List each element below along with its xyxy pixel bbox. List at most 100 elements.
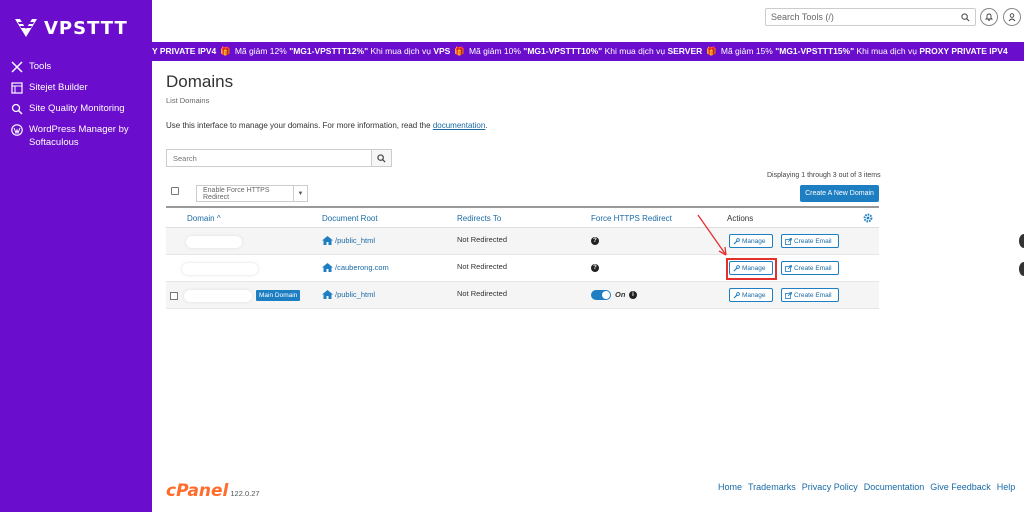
pagination-summary: Displaying 1 through 3 out of 3 items (767, 172, 881, 179)
promo-text: Mã giảm 10% (468, 46, 521, 56)
domain-search (166, 149, 392, 167)
row-checkbox[interactable] (170, 292, 178, 300)
force-https-state: On (615, 290, 626, 299)
document-root-link[interactable]: /public_html (322, 290, 375, 299)
sidebar-item-label: Sitejet Builder (29, 82, 88, 93)
redirect-status: Not Redirected (457, 262, 508, 271)
footer-links: Home Trademarks Privacy Policy Documenta… (718, 482, 1015, 492)
sidebar-item-label: Site Quality Monitoring (29, 103, 125, 114)
help-icon[interactable]: ? (591, 237, 599, 245)
search-tools-placeholder: Search Tools (/) (771, 12, 834, 22)
domains-table: Domain ^ Document Root Redirects To Forc… (166, 206, 879, 309)
page-title: Domains (166, 72, 234, 91)
document-root-path: /public_html (335, 290, 376, 299)
intro-text: Use this interface to manage your domain… (166, 121, 488, 130)
top-bar: Search Tools (/) (152, 0, 1024, 38)
info-icon[interactable]: i (629, 291, 637, 299)
bulk-action-label: Enable Force HTTPS Redirect (203, 186, 270, 201)
promo-code: "MG1-VPSTTT12%" (289, 46, 369, 56)
bulk-action-select[interactable]: Enable Force HTTPS Redirect ▼ (196, 185, 308, 202)
sort-ascending-icon: ^ (216, 214, 221, 223)
sidebar-item-site-quality[interactable]: Site Quality Monitoring (10, 102, 148, 115)
external-link-icon (785, 264, 792, 272)
footer-link-home[interactable]: Home (718, 482, 742, 492)
domain-search-input[interactable] (167, 150, 371, 166)
create-email-label: Create Email (794, 264, 832, 272)
sidebar-item-wordpress[interactable]: WordPress Manager by Softaculous (10, 123, 148, 149)
help-icon[interactable]: ? (591, 264, 599, 272)
tools-icon (10, 60, 23, 73)
documentation-link[interactable]: documentation (433, 121, 485, 130)
gift-icon: 🎁 (706, 46, 717, 56)
chevron-down-icon: ▼ (293, 186, 307, 201)
create-email-label: Create Email (794, 291, 832, 299)
brand-name: VPSTTT (44, 17, 128, 39)
gift-icon: 🎁 (220, 46, 231, 56)
gift-icon: 🎁 (454, 46, 465, 56)
search-icon[interactable] (961, 12, 970, 22)
promo-code: "MG1-VPSTTT10%" (523, 46, 603, 56)
redacted-domain (184, 290, 252, 302)
domain-search-button[interactable] (371, 150, 391, 166)
table-header: Domain ^ Document Root Redirects To Forc… (166, 206, 879, 228)
sidebar: VPSTTT Tools Sitejet Builder Site Qualit… (0, 0, 152, 512)
sidebar-item-tools[interactable]: Tools (10, 60, 148, 73)
col-redirects-header[interactable]: Redirects To (457, 214, 501, 223)
gear-icon[interactable] (863, 213, 873, 223)
cpanel-logo: cPanel (166, 481, 229, 501)
document-root-link[interactable]: /public_html (322, 236, 375, 245)
intro-period: . (485, 121, 488, 130)
search-monitor-icon (10, 102, 23, 115)
redirect-status: Not Redirected (457, 289, 508, 298)
manage-button[interactable]: Manage (729, 288, 773, 302)
footer-link-documentation[interactable]: Documentation (864, 482, 925, 492)
scroll-marker (1019, 262, 1024, 276)
search-icon (377, 153, 386, 163)
create-email-button[interactable]: Create Email (781, 288, 839, 302)
sidebar-item-label: WordPress Manager by Softaculous (29, 124, 129, 148)
promo-text: Y PRIVATE IPV4 (152, 46, 217, 56)
document-root-link[interactable]: /cauberong.com (322, 263, 389, 272)
home-icon (322, 263, 333, 272)
col-domain-label: Domain (187, 214, 215, 223)
footer-link-help[interactable]: Help (997, 482, 1016, 492)
table-row: Main Domain /public_html Not Redirected … (166, 282, 879, 309)
redirect-status: Not Redirected (457, 235, 508, 244)
home-icon (322, 290, 333, 299)
redacted-domain (182, 263, 258, 275)
scroll-marker (1019, 234, 1024, 248)
col-https-header[interactable]: Force HTTPS Redirect (591, 214, 672, 223)
redacted-domain (186, 236, 242, 248)
force-https-toggle[interactable] (591, 290, 611, 300)
cpanel-footer-logo: cPanel 122.0.27 (166, 481, 260, 501)
wrench-icon (733, 291, 740, 298)
promo-ticker: Y PRIVATE IPV4 🎁 Mã giảm 12% "MG1-VPSTTT12… (152, 42, 1024, 61)
notifications-button[interactable] (980, 8, 998, 26)
footer-link-feedback[interactable]: Give Feedback (930, 482, 991, 492)
select-all-checkbox[interactable] (171, 187, 179, 195)
create-domain-button[interactable]: Create A New Domain (800, 185, 879, 202)
main-domain-badge: Main Domain (256, 290, 301, 301)
sidebar-item-label: Tools (29, 61, 52, 72)
annotation-arrow-icon (697, 214, 727, 256)
col-docroot-header[interactable]: Document Root (322, 214, 378, 223)
brand-logo[interactable]: VPSTTT (14, 17, 128, 39)
create-email-button[interactable]: Create Email (781, 234, 839, 248)
col-domain-header[interactable]: Domain ^ (187, 214, 221, 223)
footer-link-trademarks[interactable]: Trademarks (748, 482, 796, 492)
create-email-label: Create Email (794, 237, 832, 245)
promo-product: SERVER (667, 46, 703, 56)
search-tools-input[interactable]: Search Tools (/) (765, 8, 976, 26)
sidebar-nav: Tools Sitejet Builder Site Quality Monit… (10, 60, 148, 157)
user-menu-button[interactable] (1003, 8, 1021, 26)
promo-product: VPS (433, 46, 451, 56)
external-link-icon (785, 237, 792, 245)
cpanel-version: 122.0.27 (230, 489, 260, 498)
create-email-button[interactable]: Create Email (781, 261, 839, 275)
promo-text: Khi mua dịch vụ (604, 46, 666, 56)
external-link-icon (785, 291, 792, 299)
sitejet-icon (10, 81, 23, 94)
footer-link-privacy[interactable]: Privacy Policy (802, 482, 858, 492)
sidebar-item-sitejet[interactable]: Sitejet Builder (10, 81, 148, 94)
table-row: /public_html Not Redirected ? Manage Cre… (166, 228, 879, 255)
